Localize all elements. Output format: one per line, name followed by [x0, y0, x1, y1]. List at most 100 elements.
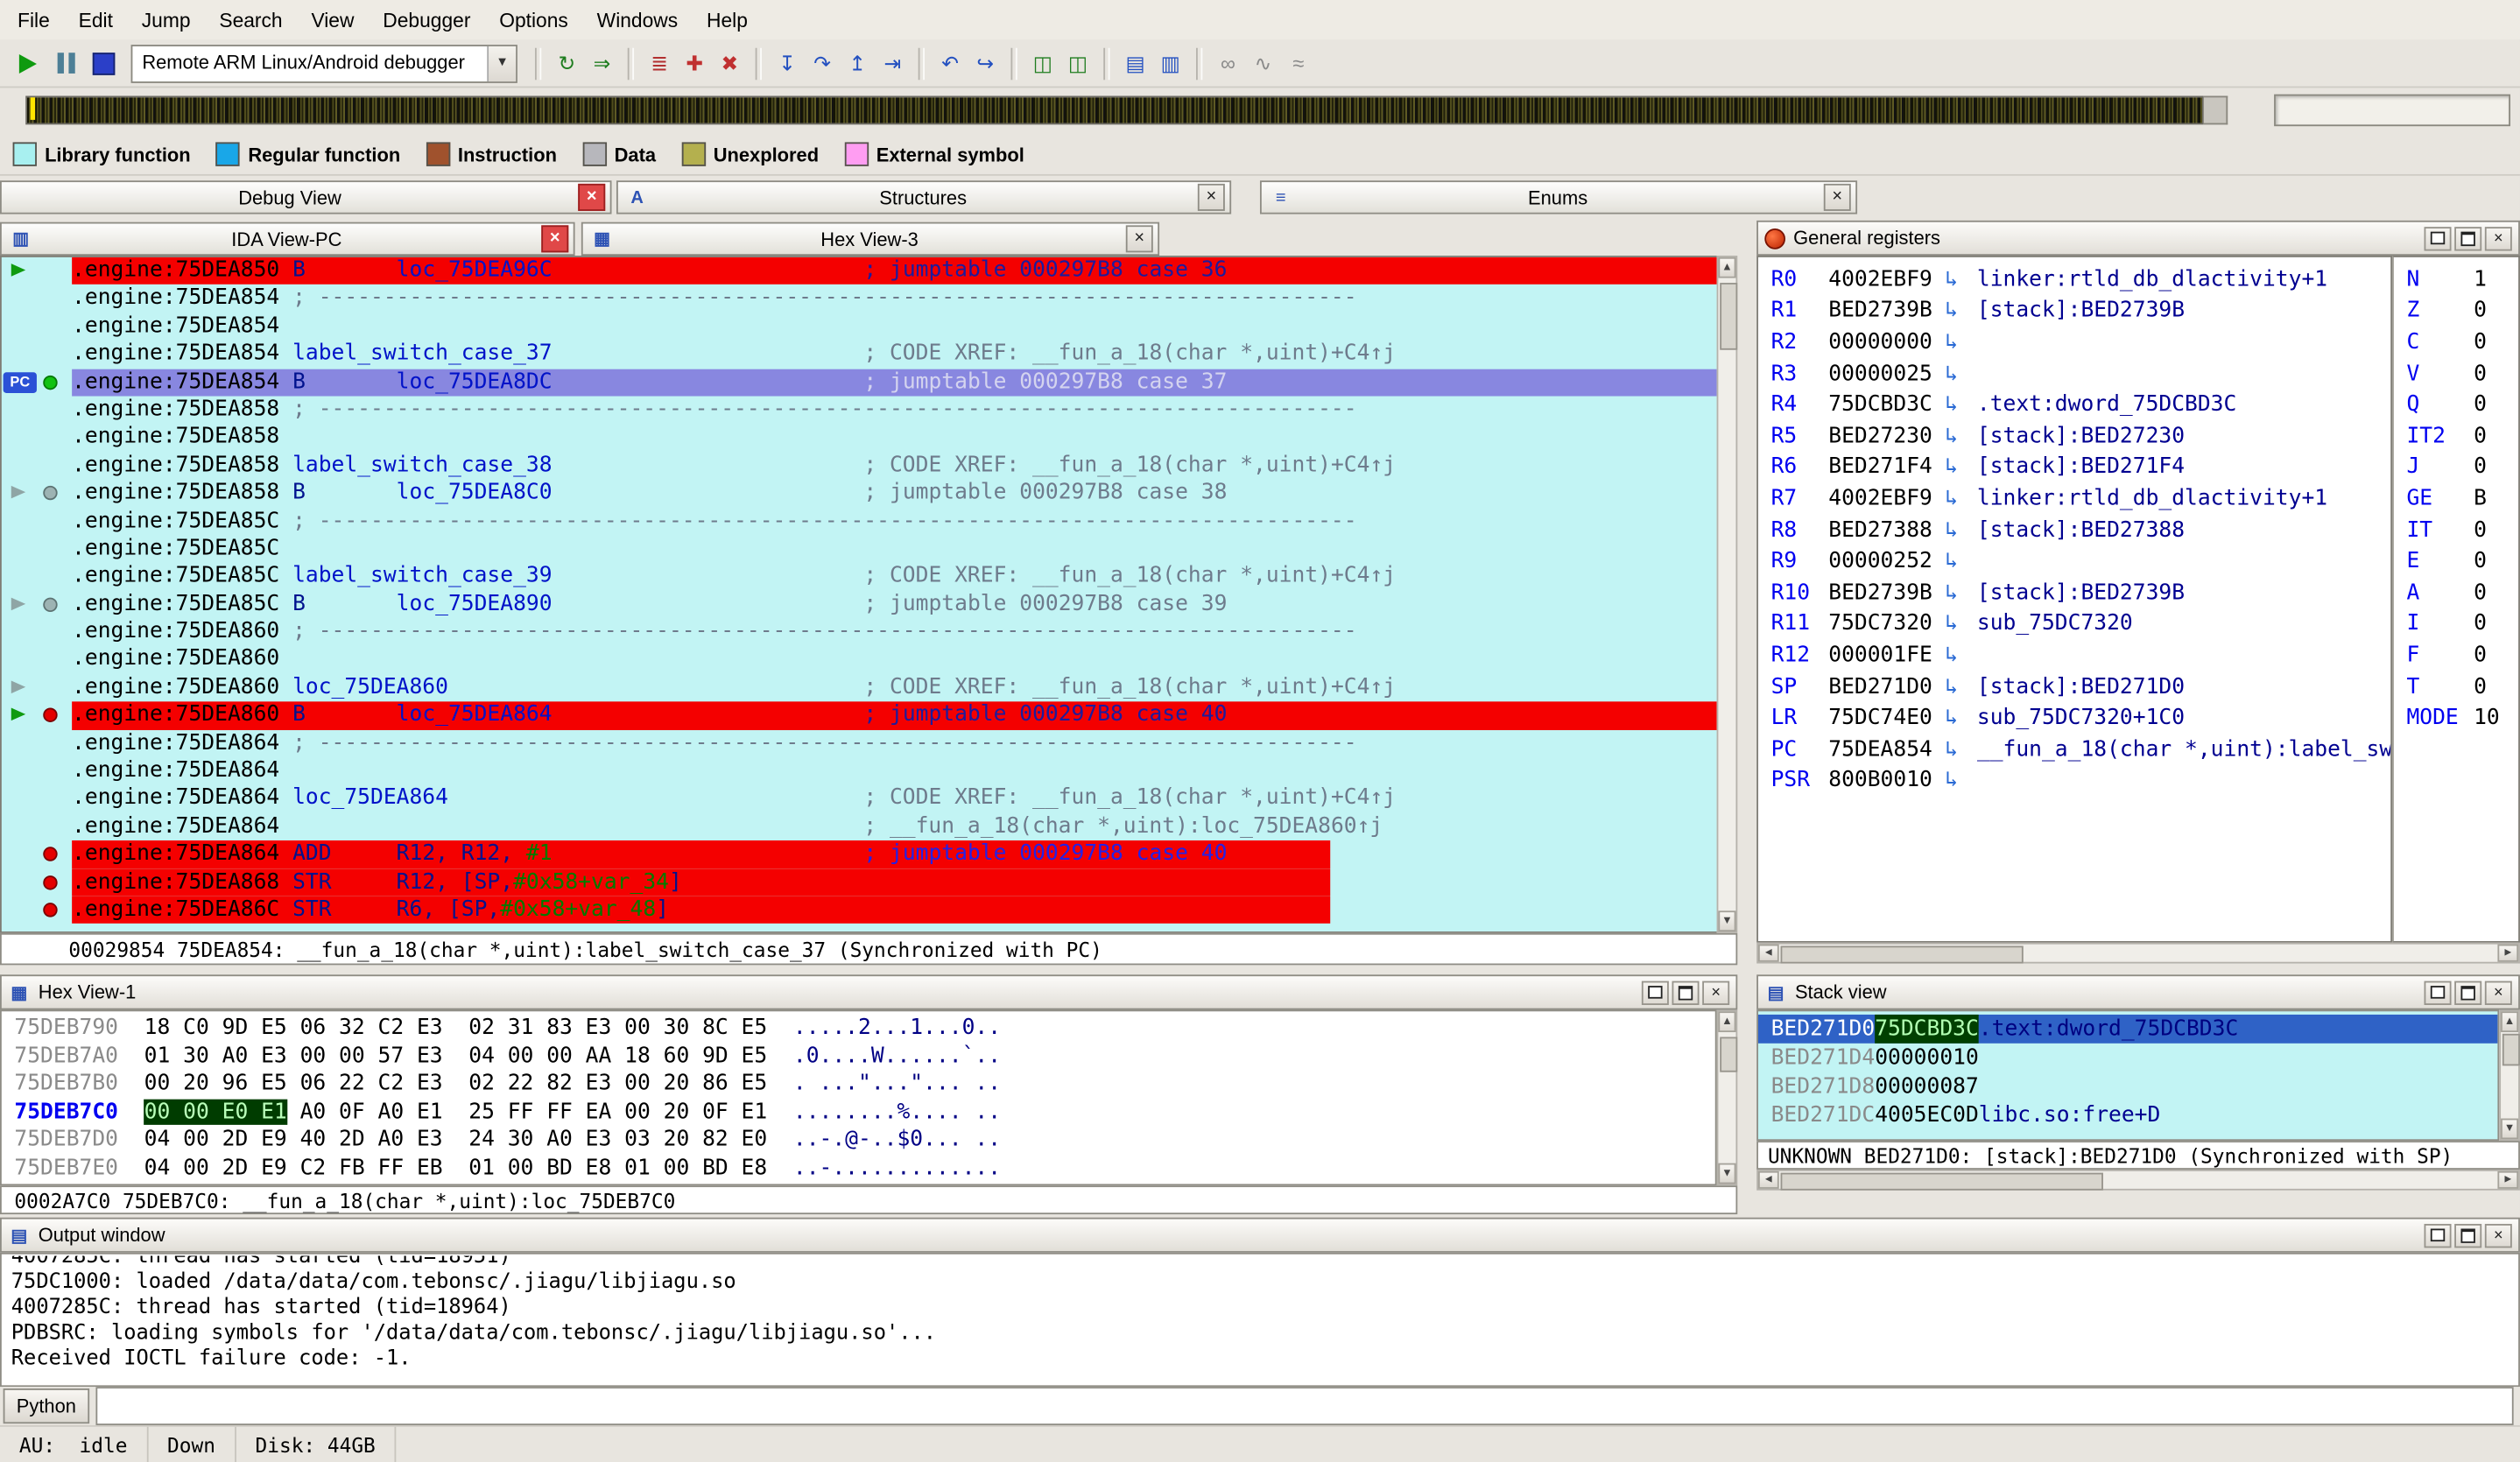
disasm-line[interactable]: .engine:75DEA854 [2, 313, 1717, 341]
register-row[interactable]: R900000252↳ [1758, 545, 2390, 577]
register-row[interactable]: R200000000↳ [1758, 327, 2390, 358]
pause-process-button[interactable] [48, 46, 83, 81]
hex-row[interactable]: 75DEB7A0 01 30 A0 E3 00 00 57 E3 04 00 0… [14, 1043, 1714, 1071]
disasm-line[interactable]: PC.engine:75DEA854 B loc_75DEA8DC ; jump… [2, 369, 1717, 397]
register-row[interactable]: LR75DC74E0↳sub_75DC7320+1C0 [1758, 702, 2390, 734]
flag-row[interactable]: F0 [2394, 639, 2518, 671]
output-title-bar[interactable]: ▤ Output window × [0, 1218, 2520, 1253]
close-icon[interactable]: × [1126, 225, 1153, 252]
scroll-thumb[interactable] [1781, 1173, 2103, 1191]
disasm-line[interactable]: .engine:75DEA85C label_switch_case_39 ; … [2, 563, 1717, 591]
jump-back-button[interactable]: ↶ [933, 46, 968, 81]
open-modules-window-button[interactable]: ◫ [1060, 46, 1095, 81]
hex-dump[interactable]: 75DEB790 18 C0 9D E5 06 32 C2 E3 02 31 8… [0, 1009, 1717, 1185]
navband-zoom-box[interactable] [2274, 95, 2510, 127]
float-button[interactable] [2425, 1223, 2452, 1247]
disasm-line[interactable]: .engine:75DEA868 STR R12, [SP,#0x58+var_… [2, 868, 1717, 896]
scroll-down-icon[interactable]: ▼ [1718, 1163, 1735, 1184]
scroll-right-icon[interactable]: ► [2497, 945, 2518, 962]
maximize-button[interactable] [2454, 226, 2481, 250]
close-icon[interactable]: × [1198, 184, 1225, 211]
navigation-band[interactable] [25, 96, 2204, 125]
disasm-line[interactable]: .engine:75DEA860 ; ---------------------… [2, 618, 1717, 646]
scroll-left-icon[interactable]: ◄ [1758, 1171, 1779, 1189]
disasm-line[interactable]: .engine:75DEA85C [2, 535, 1717, 563]
tab-ida-view-pc[interactable]: ▥ IDA View-PC × [0, 222, 575, 256]
hex-row[interactable]: 75DEB7B0 00 20 96 E5 06 22 C2 E3 02 22 8… [14, 1071, 1714, 1099]
disasm-line[interactable]: .engine:75DEA864 ; ---------------------… [2, 729, 1717, 757]
python-input[interactable] [95, 1387, 2513, 1425]
open-threads-window-button[interactable]: ▤ [1118, 46, 1153, 81]
close-icon[interactable]: × [541, 225, 568, 252]
disasm-line[interactable]: .engine:75DEA858 ; ---------------------… [2, 397, 1717, 425]
hex-row[interactable]: 75DEB7C0 00 00 E0 E1 A0 0F A0 E1 25 FF F… [14, 1099, 1714, 1127]
flag-row[interactable]: GEB [2394, 482, 2518, 514]
tab-hex-view-3[interactable]: ▦ Hex View-3 × [581, 222, 1159, 256]
registers-list[interactable]: R04002EBF9↳linker:rtld_db_dlactivity+1R1… [1756, 256, 2392, 943]
chevron-down-icon[interactable]: ▼ [487, 46, 516, 81]
flag-row[interactable]: E0 [2394, 545, 2518, 577]
register-row[interactable]: R8BED27388↳[stack]:BED27388 [1758, 514, 2390, 545]
disasm-line[interactable]: .engine:75DEA854 ; ---------------------… [2, 285, 1717, 313]
stack-title-bar[interactable]: ▤ Stack view × [1756, 974, 2520, 1009]
stack-row[interactable]: BED271D0 75DCBD3C .text:dword_75DCBD3C [1758, 1015, 2497, 1044]
menu-options[interactable]: Options [485, 1, 582, 39]
menu-search[interactable]: Search [205, 1, 297, 39]
hex-row[interactable]: 75DEB7E0 04 00 2D E9 C2 FB FF EB 01 00 B… [14, 1155, 1714, 1183]
stop-process-button[interactable] [86, 46, 121, 81]
flag-row[interactable]: I0 [2394, 608, 2518, 640]
flag-row[interactable]: Q0 [2394, 389, 2518, 420]
flag-row[interactable]: A0 [2394, 577, 2518, 608]
open-stack-trace-button[interactable]: ▥ [1153, 46, 1188, 81]
stack-list[interactable]: BED271D0 75DCBD3C .text:dword_75DCBD3C BE… [1756, 1009, 2499, 1141]
jump-forward-button[interactable]: ↪ [968, 46, 1003, 81]
scroll-thumb[interactable] [2502, 1034, 2520, 1066]
stack-row[interactable]: BED271DC 4005EC0D libc.so:free+D [1758, 1100, 2497, 1129]
close-button[interactable]: × [1702, 981, 1729, 1004]
registers-hscrollbar[interactable]: ◄ ► [1756, 943, 2520, 964]
hex-row[interactable]: 75DEB7D0 04 00 2D E9 40 2D A0 E3 24 30 A… [14, 1127, 1714, 1155]
menu-windows[interactable]: Windows [582, 1, 692, 39]
maximize-button[interactable] [1672, 981, 1700, 1004]
flag-row[interactable]: IT20 [2394, 420, 2518, 452]
flag-row[interactable]: N1 [2394, 264, 2518, 295]
scroll-thumb[interactable] [1720, 1037, 1737, 1072]
menu-debugger[interactable]: Debugger [369, 1, 485, 39]
scroll-up-icon[interactable]: ▲ [1718, 1011, 1735, 1032]
disasm-line[interactable]: .engine:75DEA85C ; ---------------------… [2, 507, 1717, 535]
scroll-right-icon[interactable]: ► [2497, 1171, 2518, 1189]
disasm-line[interactable]: .engine:75DEA85C B loc_75DEA890 ; jumpta… [2, 591, 1717, 619]
close-button[interactable]: × [2485, 981, 2512, 1004]
output-log[interactable]: 4007285C: thread has started (tid=18951)… [0, 1253, 2520, 1387]
menu-help[interactable]: Help [693, 1, 763, 39]
menu-edit[interactable]: Edit [64, 1, 127, 39]
tab-debug-view[interactable]: Debug View × [0, 180, 612, 214]
function-tracing-button[interactable]: ∿ [1246, 46, 1281, 81]
scroll-down-icon[interactable]: ▼ [2501, 1119, 2518, 1140]
disasm-line[interactable]: .engine:75DEA858 label_switch_case_38 ; … [2, 452, 1717, 480]
hex-view-title-bar[interactable]: ▦ Hex View-1 × [0, 974, 1737, 1009]
registers-title-bar[interactable]: General registers × [1756, 221, 2520, 256]
add-breakpoint-button[interactable]: ✚ [677, 46, 712, 81]
disasm-line[interactable]: .engine:75DEA864 ADD R12, R12, #1 ; jump… [2, 840, 1717, 868]
hex-row[interactable]: 75DEB790 18 C0 9D E5 06 32 C2 E3 02 31 8… [14, 1015, 1714, 1043]
maximize-button[interactable] [2454, 981, 2481, 1004]
disasm-vscrollbar[interactable]: ▲ ▼ [1717, 256, 1738, 933]
menu-view[interactable]: View [297, 1, 369, 39]
disasm-line[interactable]: .engine:75DEA854 label_switch_case_37 ; … [2, 341, 1717, 369]
stack-row[interactable]: BED271D8 00000087 [1758, 1072, 2497, 1101]
breakpoint-list-button[interactable]: ≣ [642, 46, 677, 81]
register-row[interactable]: SPBED271D0↳[stack]:BED271D0 [1758, 671, 2390, 702]
register-row[interactable]: R1175DC7320↳sub_75DC7320 [1758, 608, 2390, 640]
flag-row[interactable]: J0 [2394, 452, 2518, 483]
close-icon[interactable]: × [1824, 184, 1851, 211]
close-icon[interactable]: × [578, 184, 605, 211]
debugger-selector[interactable]: Remote ARM Linux/Android debugger ▼ [131, 44, 517, 82]
run-to-cursor-button[interactable]: ⇥ [875, 46, 910, 81]
delete-breakpoint-button[interactable]: ✖ [712, 46, 747, 81]
flag-row[interactable]: V0 [2394, 357, 2518, 389]
menu-jump[interactable]: Jump [127, 1, 205, 39]
flag-row[interactable]: IT0 [2394, 514, 2518, 545]
float-button[interactable] [1642, 981, 1669, 1004]
float-button[interactable] [2425, 981, 2452, 1004]
